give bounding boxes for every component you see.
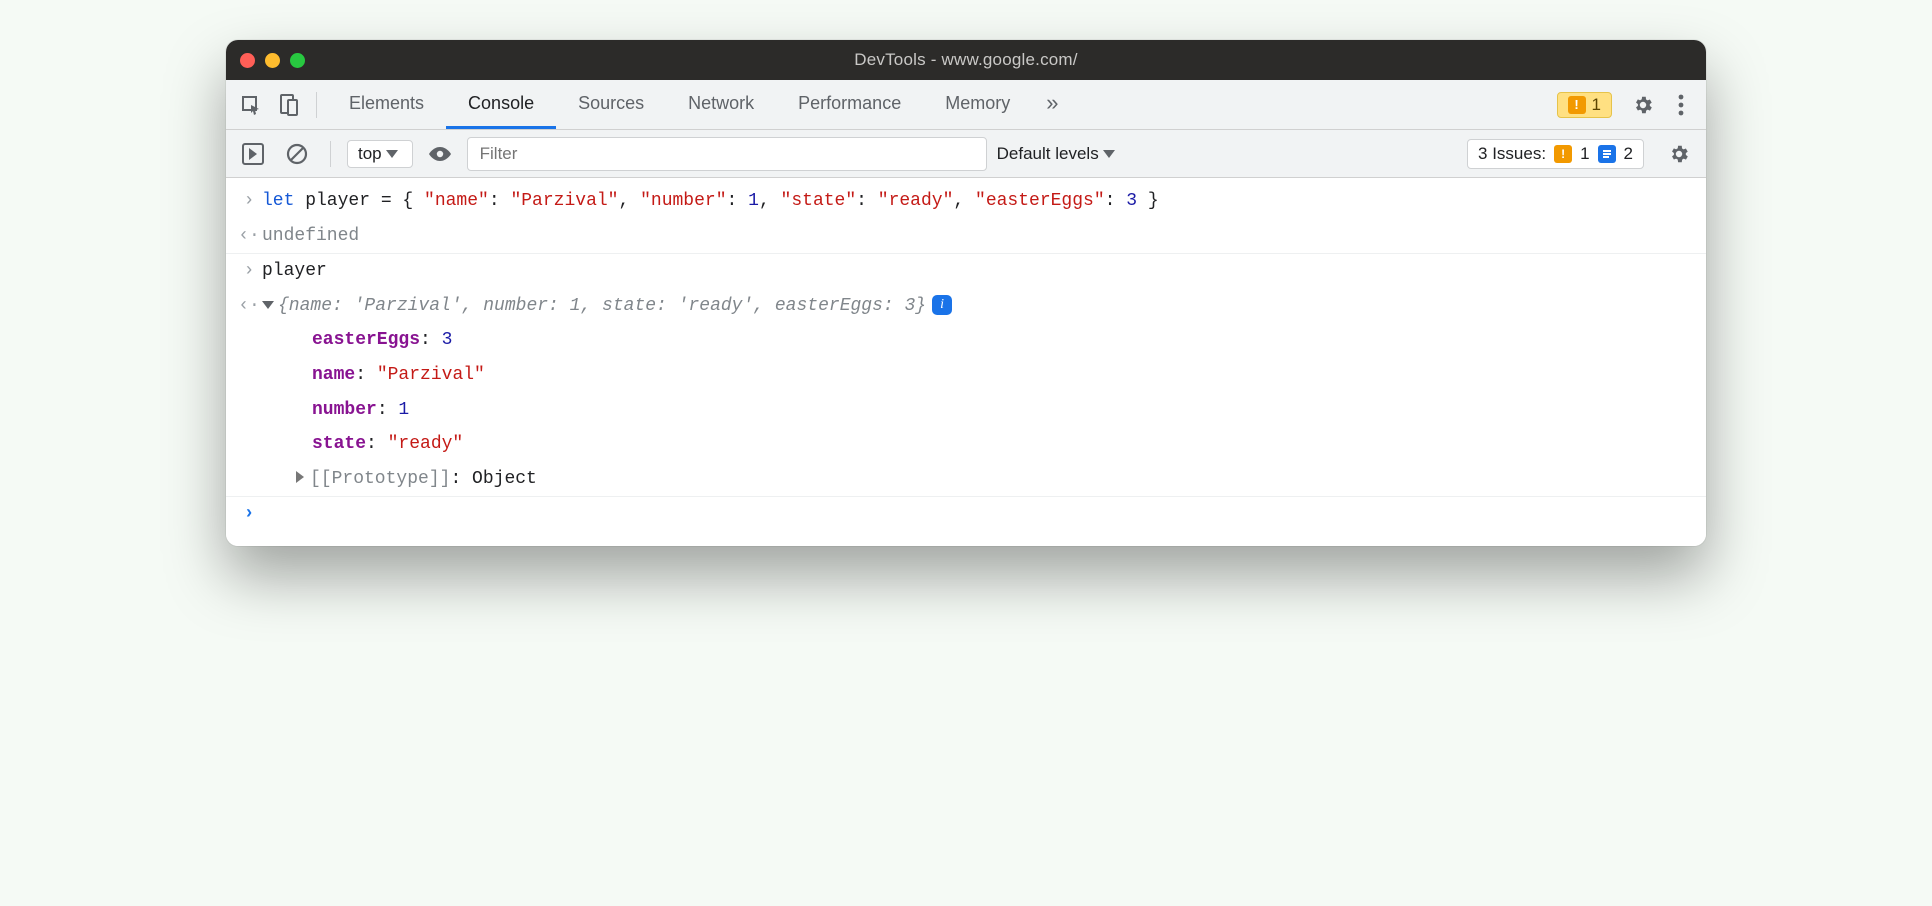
- object-property-row: state: "ready": [226, 427, 1706, 462]
- warning-icon: [1568, 96, 1586, 114]
- warning-icon: !: [1554, 145, 1572, 163]
- maximize-window-button[interactable]: [290, 53, 305, 68]
- separator: [316, 92, 317, 118]
- code-line[interactable]: let player = { "name": "Parzival", "numb…: [262, 186, 1692, 217]
- info-icon[interactable]: i: [932, 295, 952, 315]
- tab-console[interactable]: Console: [446, 80, 556, 129]
- device-icon: [280, 94, 298, 116]
- console-result-row: ‹· {name: 'Parzival', number: 1, state: …: [226, 289, 1706, 324]
- clear-console-button[interactable]: [280, 137, 314, 171]
- output-marker: ‹·: [236, 291, 262, 322]
- settings-button[interactable]: [1626, 88, 1660, 122]
- console-settings-button[interactable]: [1662, 137, 1696, 171]
- tab-memory[interactable]: Memory: [923, 80, 1032, 129]
- object-property-row: number: 1: [226, 393, 1706, 428]
- object-summary[interactable]: {name: 'Parzival', number: 1, state: 're…: [262, 291, 1692, 322]
- warnings-count: 1: [1592, 95, 1601, 115]
- context-selector[interactable]: top: [347, 140, 413, 168]
- issues-warn-count: 1: [1580, 144, 1589, 164]
- kebab-icon: [1678, 94, 1684, 116]
- log-levels-label: Default levels: [997, 144, 1099, 164]
- expand-icon[interactable]: [296, 471, 304, 483]
- chevron-down-icon: [1103, 150, 1115, 158]
- collapse-icon[interactable]: [262, 301, 274, 309]
- log-levels-selector[interactable]: Default levels: [997, 144, 1119, 164]
- gear-icon: [1632, 94, 1654, 116]
- result-undefined: undefined: [262, 221, 1692, 252]
- close-window-button[interactable]: [240, 53, 255, 68]
- object-property-row: name: "Parzival": [226, 358, 1706, 393]
- titlebar: DevTools - www.google.com/: [226, 40, 1706, 80]
- prompt-marker: ›: [236, 499, 262, 530]
- warnings-badge[interactable]: 1: [1557, 92, 1612, 118]
- devtools-window: DevTools - www.google.com/ Elements Cons…: [226, 40, 1706, 546]
- object-property-row: easterEggs: 3: [226, 323, 1706, 358]
- clear-icon: [286, 143, 308, 165]
- inspect-element-button[interactable]: [234, 88, 268, 122]
- chevron-down-icon: [386, 150, 398, 158]
- filter-input[interactable]: [467, 137, 987, 171]
- tab-performance[interactable]: Performance: [776, 80, 923, 129]
- eye-icon: [427, 145, 453, 163]
- top-toolbar: Elements Console Sources Network Perform…: [226, 80, 1706, 130]
- eye-toggle-button[interactable]: [423, 137, 457, 171]
- play-icon: [242, 143, 264, 165]
- tab-network[interactable]: Network: [666, 80, 776, 129]
- gear-icon: [1668, 143, 1690, 165]
- more-menu-button[interactable]: [1664, 88, 1698, 122]
- console-toolbar: top Default levels 3 Issues: ! 1 2: [226, 130, 1706, 178]
- device-toolbar-button[interactable]: [272, 88, 306, 122]
- tab-overflow-button[interactable]: »: [1032, 80, 1072, 129]
- inspect-icon: [241, 95, 261, 115]
- traffic-lights: [240, 53, 305, 68]
- console-input-row: › player: [226, 254, 1706, 289]
- tab-sources[interactable]: Sources: [556, 80, 666, 129]
- minimize-window-button[interactable]: [265, 53, 280, 68]
- separator: [330, 141, 331, 167]
- console-prompt-row[interactable]: ›: [226, 497, 1706, 532]
- object-prototype-row: [[Prototype]]: Object: [226, 462, 1706, 498]
- output-marker: ‹·: [236, 221, 262, 252]
- info-icon: [1598, 145, 1616, 163]
- console-output[interactable]: › let player = { "name": "Parzival", "nu…: [226, 178, 1706, 546]
- input-marker: ›: [236, 256, 262, 287]
- context-value: top: [358, 144, 382, 164]
- window-title: DevTools - www.google.com/: [226, 50, 1706, 70]
- code-line[interactable]: player: [262, 256, 1692, 287]
- issues-button[interactable]: 3 Issues: ! 1 2: [1467, 139, 1644, 169]
- console-input-row: › let player = { "name": "Parzival", "nu…: [226, 184, 1706, 219]
- issues-info-count: 2: [1624, 144, 1633, 164]
- issues-label: 3 Issues:: [1478, 144, 1546, 164]
- live-expression-button[interactable]: [236, 137, 270, 171]
- tab-elements[interactable]: Elements: [327, 80, 446, 129]
- input-marker: ›: [236, 186, 262, 217]
- panel-tabs: Elements Console Sources Network Perform…: [327, 80, 1072, 129]
- console-result-row: ‹· undefined: [226, 219, 1706, 255]
